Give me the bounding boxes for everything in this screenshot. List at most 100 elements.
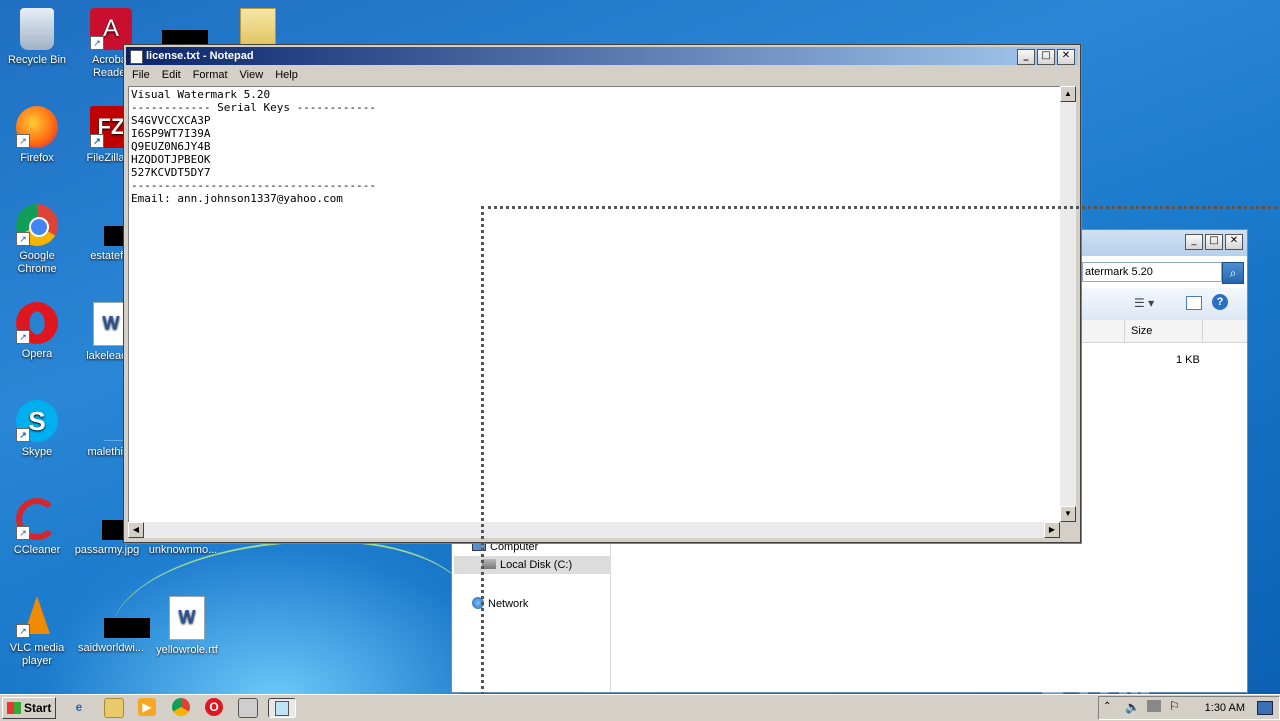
menu-edit[interactable]: Edit	[156, 66, 187, 84]
media-player-icon[interactable]: ▶	[138, 698, 156, 716]
ccleaner-icon: ↗	[16, 498, 58, 540]
task-manager-icon[interactable]	[238, 698, 258, 718]
explorer-nav-pane: Computer Local Disk (C:) Network	[452, 530, 611, 692]
nav-item-network[interactable]: Network	[472, 595, 528, 613]
taskbar: Start e ▶ O ⌃ 🔈 ⚐ 1:30 AM	[0, 694, 1280, 721]
window-title: license.txt - Notepad	[146, 50, 254, 62]
maximize-icon[interactable]: □	[1037, 49, 1055, 65]
vertical-scrollbar[interactable]: ▲ ▼	[1060, 86, 1076, 522]
desktop-icon-folder[interactable]	[240, 8, 276, 46]
shortcut-arrow-icon: ↗	[16, 428, 30, 442]
close-icon[interactable]: ✕	[1225, 234, 1243, 250]
scroll-right-icon[interactable]: ▶	[1044, 522, 1060, 538]
desktop-icon-label: Skype	[21, 446, 53, 458]
redacted-image-icon	[86, 498, 142, 540]
column-size[interactable]: Size	[1124, 320, 1203, 342]
shortcut-arrow-icon: ↗	[16, 526, 30, 540]
notepad-menubar: File Edit Format View Help	[126, 66, 1078, 84]
start-button[interactable]: Start	[2, 697, 56, 719]
close-icon[interactable]: ✕	[1057, 49, 1075, 65]
nav-item-local-disk[interactable]: Local Disk (C:)	[454, 556, 610, 574]
windows-logo-icon	[7, 702, 21, 714]
notepad-icon	[275, 701, 289, 716]
document-content: Visual Watermark 5.20 ------------ Seria…	[131, 88, 377, 205]
shortcut-arrow-icon: ↗	[90, 134, 104, 148]
shortcut-arrow-icon: ↗	[16, 232, 30, 246]
shortcut-arrow-icon: ↗	[16, 134, 30, 148]
volume-icon[interactable]: 🔈	[1125, 700, 1140, 714]
desktop-icon-label: Google Chrome	[17, 250, 57, 275]
start-label: Start	[24, 701, 52, 715]
preview-pane-icon[interactable]	[1186, 296, 1202, 310]
desktop-icon-opera[interactable]: ↗ Opera	[0, 302, 74, 361]
desktop-icon-label: passarmy.jpg	[74, 544, 140, 556]
nav-label: Local Disk (C:)	[500, 559, 573, 571]
shortcut-arrow-icon: ↗	[16, 624, 30, 638]
maximize-icon[interactable]: □	[1205, 234, 1223, 250]
notepad-taskbar-icon[interactable]	[268, 698, 296, 718]
word-document-icon: W	[169, 596, 205, 640]
notepad-window-controls: _ □ ✕	[1017, 49, 1075, 65]
notepad-titlebar[interactable]: license.txt - Notepad _ □ ✕	[126, 47, 1078, 65]
desktop-icon-yellowrole[interactable]: W yellowrole.rtf	[150, 596, 224, 657]
desktop-icon-ccleaner[interactable]: ↗ CCleaner	[0, 498, 74, 557]
desktop-icon-label: yellowrole.rtf	[156, 644, 218, 656]
shortcut-arrow-icon: ↗	[16, 330, 30, 344]
menu-file[interactable]: File	[126, 66, 156, 84]
desktop-icon-label: Recycle Bin	[7, 54, 67, 66]
help-icon[interactable]: ?	[1212, 294, 1228, 310]
desktop-icon-label: VLC media player	[9, 642, 65, 667]
scroll-left-icon[interactable]: ◀	[128, 522, 144, 538]
explorer-search-input[interactable]: atermark 5.20	[1082, 262, 1222, 282]
resize-grip-icon[interactable]	[1060, 522, 1076, 538]
desktop-icon-recycle-bin[interactable]: Recycle Bin	[0, 8, 74, 67]
file-size-cell: 1 KB	[1176, 354, 1200, 366]
show-desktop-icon[interactable]	[1257, 701, 1273, 715]
scroll-down-icon[interactable]: ▼	[1060, 506, 1076, 522]
nav-label: Network	[488, 598, 529, 610]
desktop-icon-skype[interactable]: S ↗ Skype	[0, 400, 74, 459]
desktop-icon-firefox[interactable]: ↗ Firefox	[0, 106, 74, 165]
search-icon[interactable]: ⌕	[1222, 262, 1244, 284]
chrome-icon: ↗	[16, 204, 58, 246]
desktop-icon-label: CCleaner	[13, 544, 61, 556]
system-tray: ⌃ 🔈 ⚐ 1:30 AM	[1098, 696, 1280, 720]
shortcut-arrow-icon: ↗	[90, 36, 104, 50]
minimize-icon[interactable]: _	[1185, 234, 1203, 250]
disk-icon	[482, 559, 496, 569]
horizontal-scrollbar[interactable]: ◀ ▶	[128, 522, 1060, 538]
view-options-icon[interactable]: ☰ ▾	[1134, 296, 1154, 310]
column-blank[interactable]	[1202, 320, 1243, 342]
notepad-window[interactable]: license.txt - Notepad _ □ ✕ File Edit Fo…	[123, 44, 1081, 543]
minimize-icon[interactable]: _	[1017, 49, 1035, 65]
network-icon	[472, 597, 484, 609]
opera-icon[interactable]: O	[205, 698, 223, 716]
explorer-column-header: Size	[1082, 320, 1247, 343]
menu-help[interactable]: Help	[269, 66, 304, 84]
chrome-icon[interactable]	[172, 698, 190, 716]
desktop-icon-vlc[interactable]: ↗ VLC media player	[0, 596, 74, 668]
recycle-bin-icon	[20, 8, 54, 50]
scroll-up-icon[interactable]: ▲	[1060, 86, 1076, 102]
explorer-icon[interactable]	[104, 698, 124, 718]
desktop-icon-chrome[interactable]: ↗ Google Chrome	[0, 204, 74, 276]
desktop-icon-saidworldwi[interactable]: saidworldwi...	[74, 596, 150, 655]
flag-icon[interactable]: ⚐	[1169, 699, 1180, 713]
network-tray-icon[interactable]	[1147, 700, 1161, 712]
menu-format[interactable]: Format	[187, 66, 234, 84]
menu-view[interactable]: View	[234, 66, 270, 84]
desktop-icon-label: unknownmo...	[148, 544, 218, 556]
clock[interactable]: 1:30 AM	[1205, 697, 1245, 719]
firefox-icon: ↗	[16, 106, 58, 148]
notepad-text-area[interactable]: Visual Watermark 5.20 ------------ Seria…	[128, 86, 1061, 523]
chevron-up-icon[interactable]: ⌃	[1103, 701, 1111, 712]
vlc-cone-icon: ↗	[16, 596, 58, 638]
explorer-window-controls: _ □ ✕	[1185, 234, 1243, 250]
ie-icon[interactable]: e	[70, 698, 88, 716]
desktop-icon-label: Firefox	[20, 152, 54, 164]
desktop-icon-label: Opera	[21, 348, 53, 360]
redacted-file-icon	[90, 596, 150, 638]
desktop-icon-label: saidworldwi...	[77, 642, 145, 654]
redacted-icon	[162, 30, 208, 44]
notepad-icon	[130, 50, 143, 64]
